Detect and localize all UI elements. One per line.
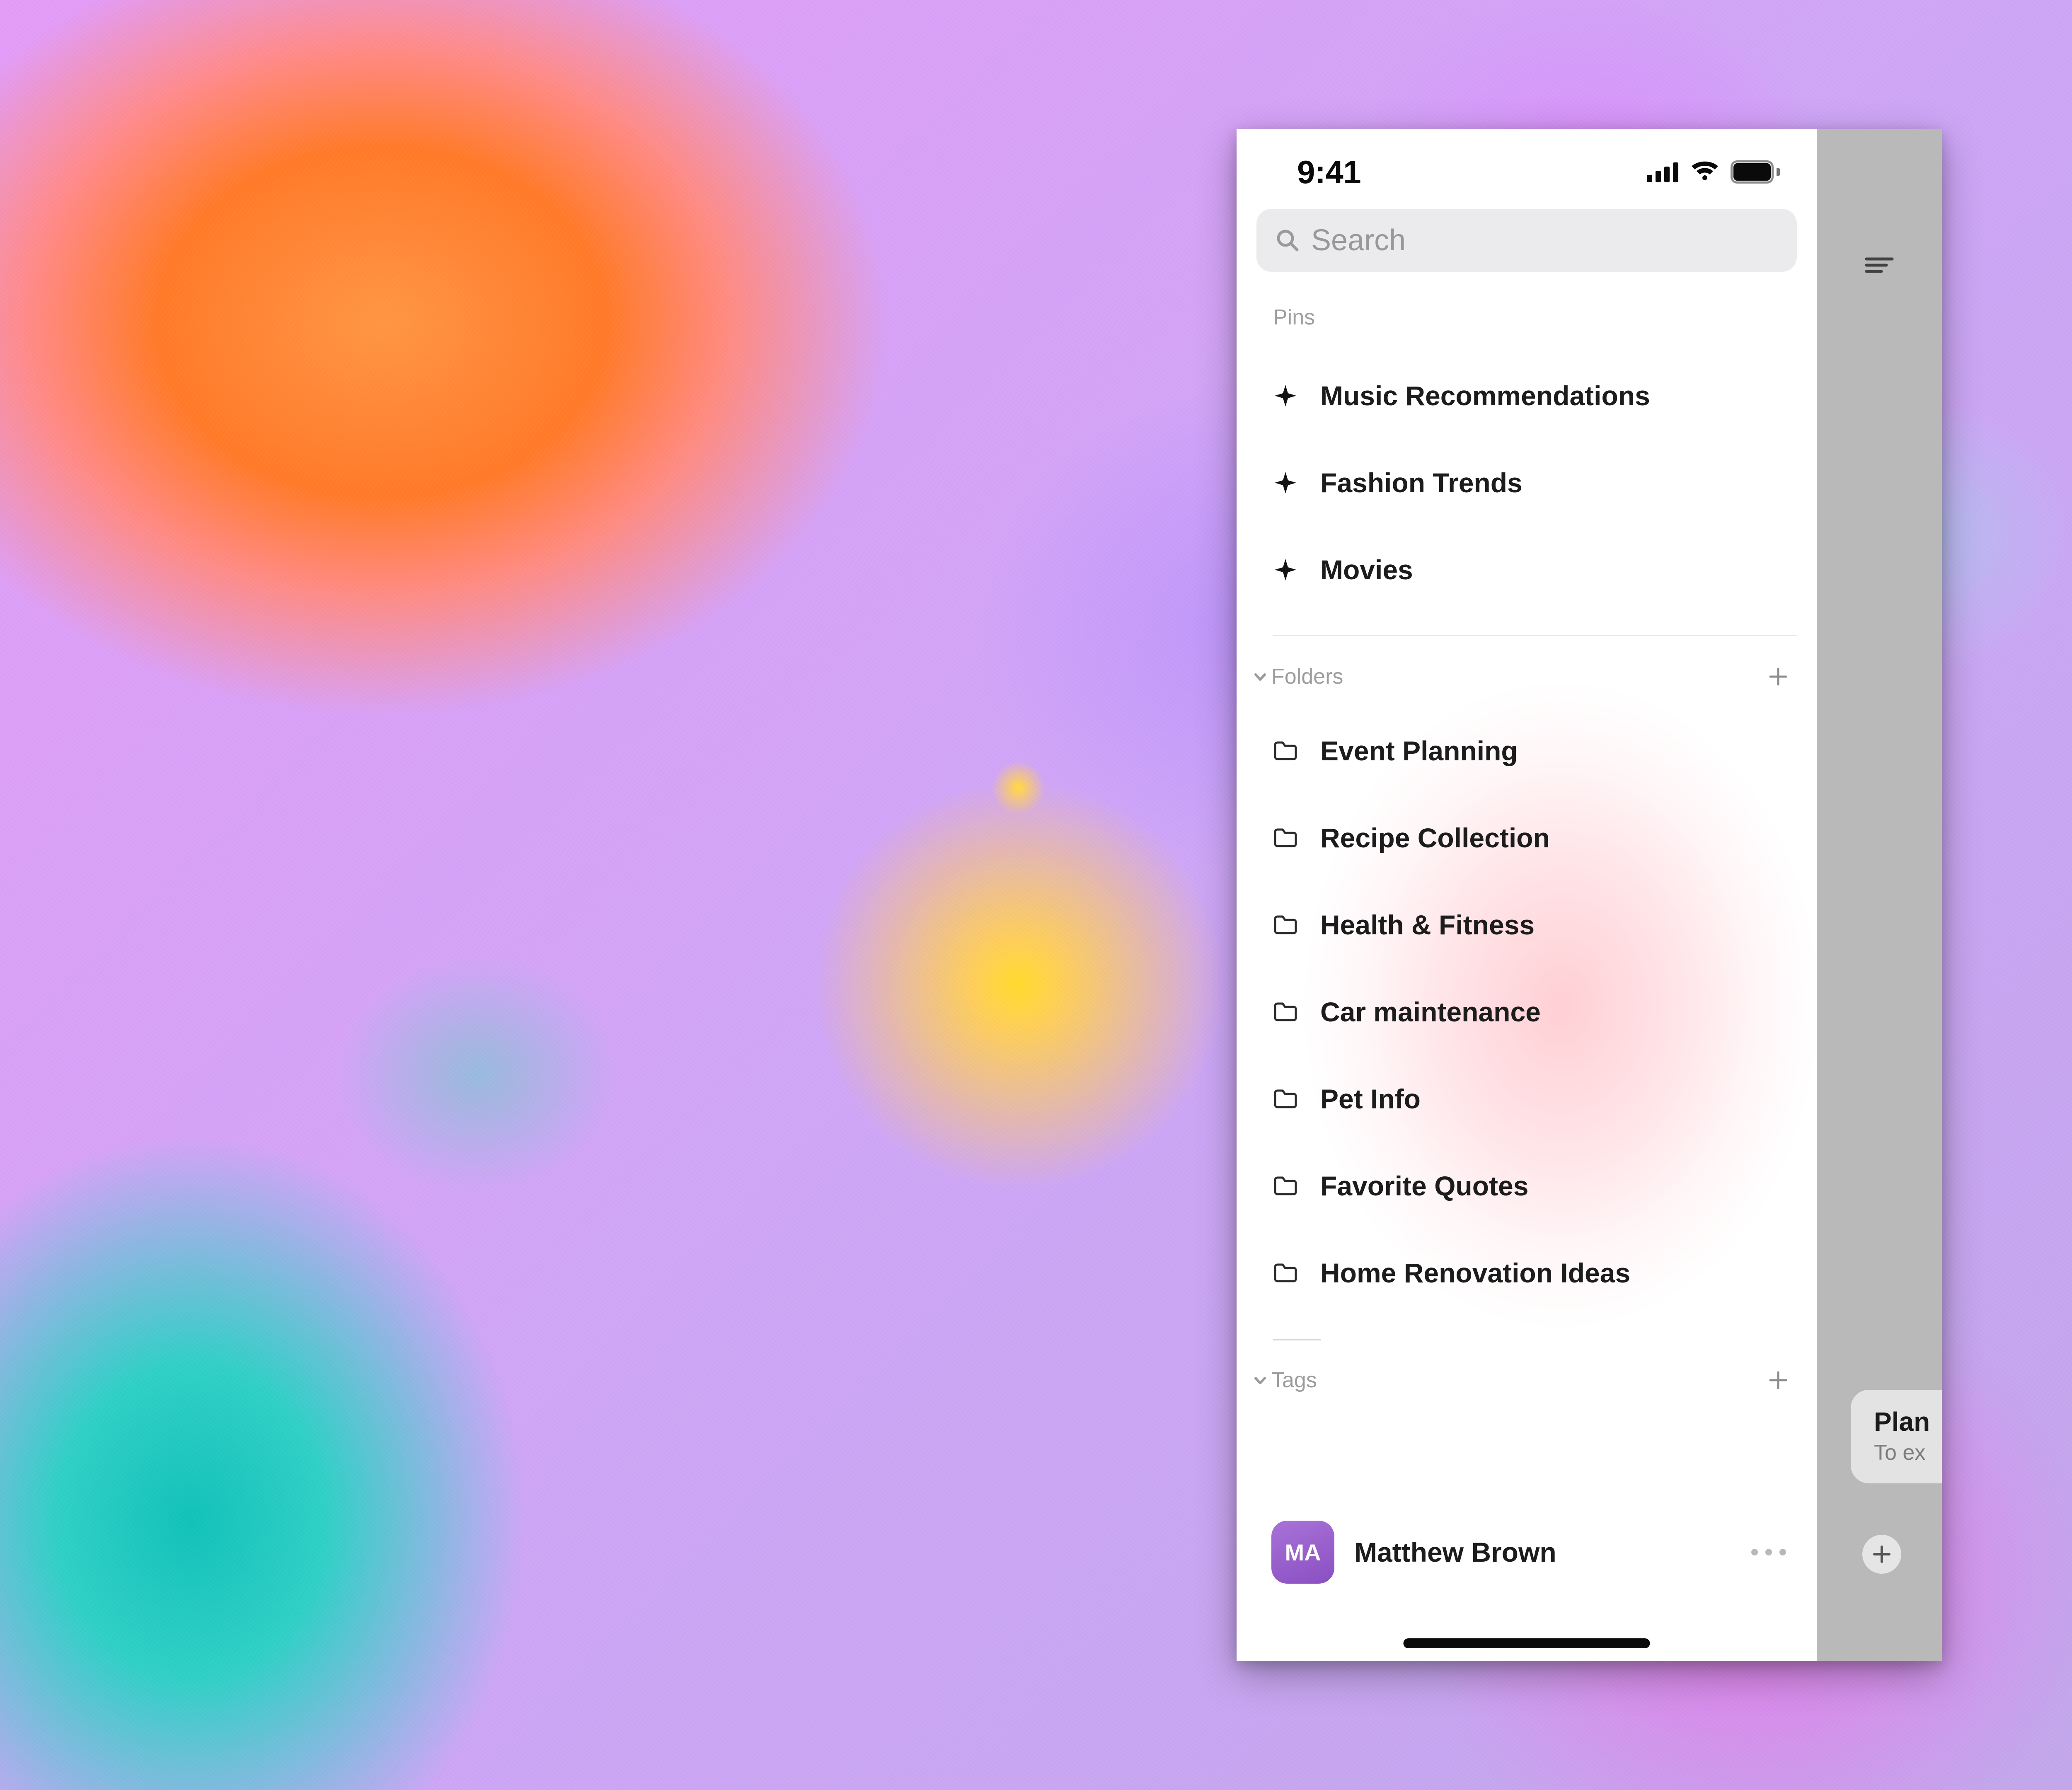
folder-item-health-fitness[interactable]: Health & Fitness (1237, 881, 1817, 968)
dot-icon (1765, 1549, 1772, 1555)
tags-section-label: Tags (1271, 1368, 1317, 1393)
sparkle-icon (1273, 557, 1298, 582)
folder-item-label: Home Renovation Ideas (1320, 1257, 1630, 1289)
folder-icon (1273, 738, 1298, 763)
search-placeholder: Search (1311, 223, 1406, 257)
battery-icon (1731, 160, 1780, 184)
dot-icon (1779, 1549, 1786, 1555)
folder-icon (1273, 999, 1298, 1024)
folder-item-home-renovation-ideas[interactable]: Home Renovation Ideas (1237, 1229, 1817, 1316)
phone-screen: Plan To ex 9:41 (1237, 129, 1942, 1661)
content-card[interactable]: Plan To ex (1851, 1390, 1942, 1483)
folder-item-label: Pet Info (1320, 1083, 1421, 1115)
folder-item-event-planning[interactable]: Event Planning (1237, 707, 1817, 794)
status-bar: 9:41 (1237, 129, 1817, 203)
home-indicator[interactable] (1404, 1638, 1650, 1648)
pin-item-label: Movies (1320, 554, 1413, 585)
pin-item-label: Music Recommendations (1320, 380, 1650, 411)
pin-item-fashion-trends[interactable]: Fashion Trends (1237, 439, 1817, 526)
sparkle-icon (1273, 470, 1298, 495)
plus-icon (1768, 666, 1789, 687)
folder-item-recipe-collection[interactable]: Recipe Collection (1237, 794, 1817, 881)
status-indicators (1647, 160, 1780, 184)
folders-list: Event Planning Recipe Collection Health … (1237, 689, 1817, 1316)
folder-item-label: Health & Fitness (1320, 909, 1535, 941)
main-content-overlay: Plan To ex (1817, 129, 1942, 1661)
plus-icon (1872, 1544, 1892, 1564)
dot-icon (1751, 1549, 1758, 1555)
new-item-button[interactable] (1862, 1535, 1901, 1574)
folder-icon (1273, 912, 1298, 937)
folder-item-label: Car maintenance (1320, 996, 1541, 1028)
sidebar-scroll[interactable]: Pins Music Recommendations Fashion Trend… (1237, 272, 1817, 1661)
search-icon (1276, 228, 1300, 252)
chevron-down-icon (1252, 669, 1268, 685)
tags-section-header: Tags (1237, 1340, 1817, 1393)
folder-icon (1273, 1086, 1298, 1111)
folder-item-label: Event Planning (1320, 735, 1518, 767)
pin-item-label: Fashion Trends (1320, 467, 1523, 498)
pin-item-movies[interactable]: Movies (1237, 526, 1817, 613)
plus-icon (1768, 1370, 1789, 1391)
pin-item-music-recommendations[interactable]: Music Recommendations (1237, 352, 1817, 439)
pins-list: Music Recommendations Fashion Trends Mov… (1237, 330, 1817, 613)
add-tag-button[interactable] (1766, 1368, 1790, 1392)
folders-toggle[interactable]: Folders (1252, 664, 1343, 689)
pins-section-label: Pins (1237, 272, 1817, 330)
content-card-subtitle: To ex (1874, 1440, 1939, 1465)
folder-item-pet-info[interactable]: Pet Info (1237, 1055, 1817, 1142)
sidebar-drawer: 9:41 (1237, 129, 1817, 1661)
user-name[interactable]: Matthew Brown (1354, 1536, 1731, 1568)
user-avatar[interactable]: MA (1271, 1521, 1334, 1584)
menu-toggle-button[interactable] (1863, 254, 1896, 277)
folder-item-car-maintenance[interactable]: Car maintenance (1237, 968, 1817, 1055)
cellular-signal-icon (1647, 162, 1679, 182)
folder-item-label: Recipe Collection (1320, 822, 1550, 854)
content-card-title: Plan (1874, 1406, 1939, 1437)
folder-icon (1273, 825, 1298, 850)
status-time: 9:41 (1297, 153, 1361, 191)
wifi-icon (1690, 161, 1720, 183)
folder-item-favorite-quotes[interactable]: Favorite Quotes (1237, 1142, 1817, 1229)
chevron-down-icon (1252, 1372, 1268, 1388)
search-input[interactable]: Search (1256, 209, 1797, 272)
add-folder-button[interactable] (1766, 665, 1790, 689)
sparkle-icon (1273, 383, 1298, 408)
more-options-button[interactable] (1751, 1549, 1797, 1555)
folder-icon (1273, 1260, 1298, 1285)
menu-icon (1865, 255, 1894, 276)
folders-section-header: Folders (1237, 636, 1817, 689)
folder-icon (1273, 1173, 1298, 1198)
tags-toggle[interactable]: Tags (1252, 1368, 1317, 1393)
user-footer: MA Matthew Brown (1237, 1507, 1817, 1661)
folder-item-label: Favorite Quotes (1320, 1170, 1528, 1202)
folders-section-label: Folders (1271, 664, 1343, 689)
